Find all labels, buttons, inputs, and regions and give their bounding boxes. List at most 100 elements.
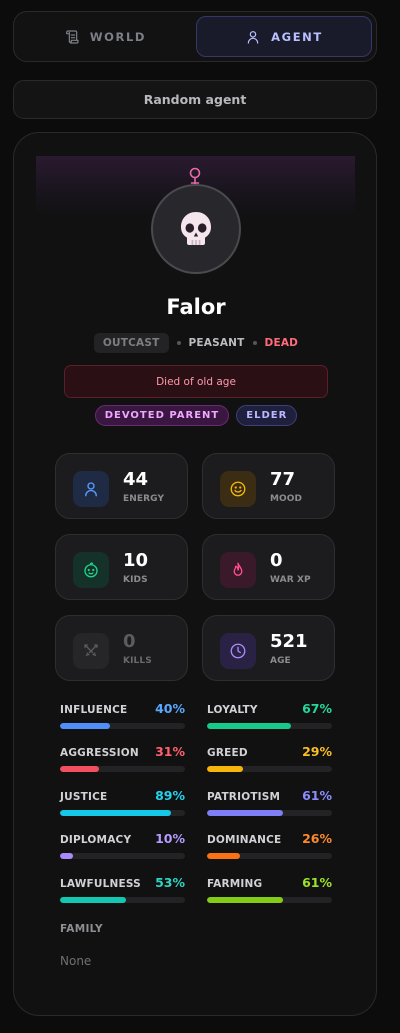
trait-bar-fill bbox=[207, 766, 244, 772]
trait-bar-label: LOYALTY bbox=[207, 704, 258, 716]
trait-bar-label: AGGRESSION bbox=[60, 747, 139, 759]
trait-bar-fill bbox=[60, 810, 172, 816]
trait-bar-fill bbox=[60, 766, 99, 772]
avatar bbox=[151, 184, 241, 274]
trait-bar: JUSTICE 89% bbox=[60, 788, 185, 816]
stat-mood: 77 MOOD bbox=[202, 453, 335, 519]
stat-war-xp: 0 WAR XP bbox=[202, 534, 335, 600]
trait-badge: DEVOTED PARENT bbox=[94, 405, 230, 426]
stat-value: 44 bbox=[123, 469, 149, 490]
caste-label: PEASANT bbox=[188, 337, 245, 349]
agent-name: Falor bbox=[166, 295, 226, 319]
trait-bar-label: DIPLOMACY bbox=[60, 834, 132, 846]
view-tabs: WORLD AGENT bbox=[13, 11, 377, 62]
trait-bar: PATRIOTISM 61% bbox=[207, 788, 332, 816]
trait-bar-label: JUSTICE bbox=[60, 791, 108, 803]
person-icon bbox=[247, 30, 259, 44]
trait-bar-percent: 89% bbox=[155, 788, 185, 803]
family-heading: FAMILY bbox=[60, 923, 103, 935]
stat-age: 521 AGE bbox=[202, 615, 335, 681]
trait-bar-label: FARMING bbox=[207, 878, 263, 890]
smile-icon bbox=[230, 481, 246, 497]
trait-bar-fill bbox=[60, 723, 110, 729]
trait-badge: ELDER bbox=[236, 405, 298, 426]
trait-bar: LOYALTY 67% bbox=[207, 701, 332, 729]
tab-world[interactable]: WORLD bbox=[18, 16, 192, 57]
trait-bar-percent: 26% bbox=[302, 831, 332, 846]
trait-bar-track bbox=[60, 766, 185, 772]
trait-bar: DOMINANCE 26% bbox=[207, 831, 332, 859]
trait-bar-percent: 40% bbox=[155, 701, 185, 716]
baby-icon bbox=[84, 562, 98, 578]
trait-bar-label: LAWFULNESS bbox=[60, 878, 141, 890]
trait-bar-percent: 67% bbox=[302, 701, 332, 716]
trait-bar-track bbox=[207, 810, 332, 816]
tab-agent[interactable]: AGENT bbox=[196, 16, 372, 57]
trait-bar-label: GREED bbox=[207, 747, 248, 759]
stat-value: 77 bbox=[270, 469, 296, 490]
flame-icon bbox=[233, 562, 243, 576]
stat-value: 0 bbox=[123, 631, 136, 652]
trait-bar-fill bbox=[60, 897, 127, 903]
agent-meta: OUTCAST PEASANT DEAD bbox=[14, 332, 378, 354]
age-icon-box bbox=[220, 633, 256, 669]
trait-bar: INFLUENCE 40% bbox=[60, 701, 185, 729]
stat-label: MOOD bbox=[270, 494, 303, 504]
trait-bar-fill bbox=[207, 897, 284, 903]
random-agent-button[interactable]: Random agent bbox=[13, 80, 377, 119]
stat-label: ENERGY bbox=[123, 494, 165, 504]
trait-bar: AGGRESSION 31% bbox=[60, 744, 185, 772]
tab-agent-label: AGENT bbox=[271, 29, 323, 44]
trait-bar-track bbox=[60, 897, 185, 903]
trait-bar-label: INFLUENCE bbox=[60, 704, 128, 716]
separator-dot bbox=[252, 341, 257, 345]
trait-bar-fill bbox=[207, 810, 284, 816]
trait-bar-track bbox=[60, 853, 185, 859]
family-value: None bbox=[60, 954, 92, 968]
skull-icon bbox=[181, 212, 211, 245]
kids-icon-box bbox=[73, 552, 109, 588]
trait-bar-percent: 61% bbox=[302, 875, 332, 890]
mood-icon-box bbox=[220, 471, 256, 507]
trait-bar-label: DOMINANCE bbox=[207, 834, 282, 846]
scroll-icon bbox=[65, 29, 79, 44]
trait-bar-track bbox=[207, 853, 332, 859]
tab-world-label: WORLD bbox=[89, 29, 147, 44]
trait-bar-fill bbox=[207, 853, 240, 859]
trait-bar-percent: 10% bbox=[155, 831, 185, 846]
energy-icon-box bbox=[73, 471, 109, 507]
status-label: DEAD bbox=[264, 337, 299, 349]
trait-bar-track bbox=[60, 810, 185, 816]
trait-badges: DEVOTED PARENT ELDER bbox=[14, 405, 378, 426]
stat-value: 0 bbox=[270, 550, 283, 571]
agent-card: Falor OUTCAST PEASANT DEAD Died of old a… bbox=[13, 132, 377, 1016]
stat-kills: 0 KILLS bbox=[55, 615, 188, 681]
trait-bar-track bbox=[207, 723, 332, 729]
stat-label: AGE bbox=[270, 656, 291, 666]
person-icon bbox=[85, 482, 97, 497]
stat-value: 521 bbox=[270, 631, 308, 652]
trait-bar-track bbox=[60, 723, 185, 729]
trait-bar-fill bbox=[60, 853, 73, 859]
stat-kids: 10 KIDS bbox=[55, 534, 188, 600]
war-xp-icon-box bbox=[220, 552, 256, 588]
clock-icon bbox=[230, 643, 246, 659]
trait-bar-percent: 53% bbox=[155, 875, 185, 890]
trait-bar-percent: 29% bbox=[302, 744, 332, 759]
kills-icon-box bbox=[73, 633, 109, 669]
trait-bar-percent: 61% bbox=[302, 788, 332, 803]
trait-bar: FARMING 61% bbox=[207, 875, 332, 903]
separator-dot bbox=[176, 341, 181, 345]
stat-label: KILLS bbox=[123, 656, 152, 666]
outcast-badge: OUTCAST bbox=[93, 333, 169, 353]
stat-energy: 44 ENERGY bbox=[55, 453, 188, 519]
trait-bar-percent: 31% bbox=[155, 744, 185, 759]
stat-value: 10 bbox=[123, 550, 149, 571]
trait-bar: LAWFULNESS 53% bbox=[60, 875, 185, 903]
trait-bar-track bbox=[207, 766, 332, 772]
trait-bar-label: PATRIOTISM bbox=[207, 791, 281, 803]
stat-label: KIDS bbox=[123, 575, 148, 585]
stat-label: WAR XP bbox=[270, 575, 311, 585]
trait-bar: DIPLOMACY 10% bbox=[60, 831, 185, 859]
crossed-swords-icon bbox=[84, 644, 98, 657]
